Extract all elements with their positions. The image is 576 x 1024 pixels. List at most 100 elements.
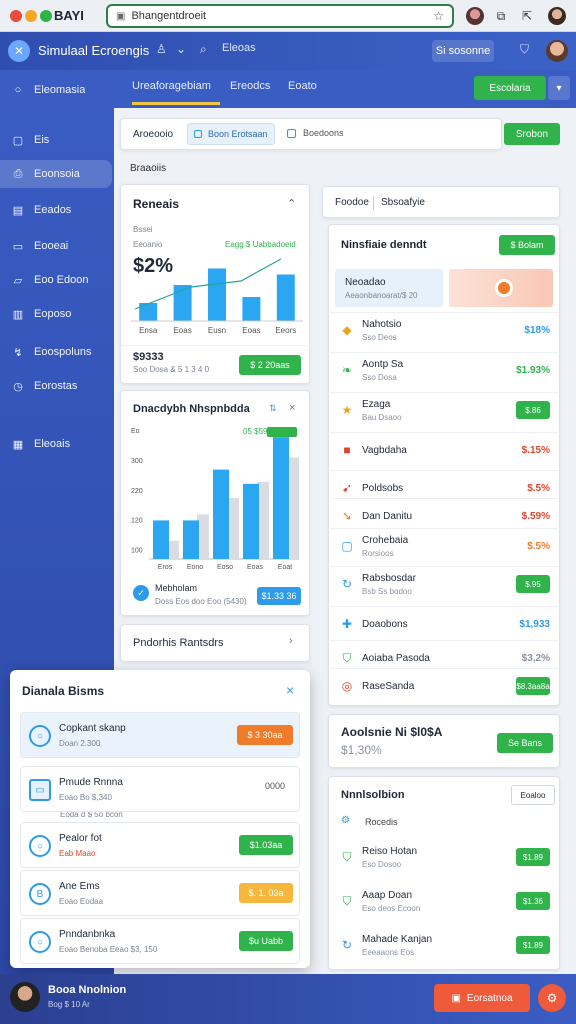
app-logo-icon[interactable]: ✕ [8, 40, 30, 62]
list-item[interactable]: ✚ Doaobons $1,933 [330, 606, 558, 640]
popup-item[interactable]: ▭ Pmude Rnnna Eoao Bo $,340 0000 [20, 766, 300, 812]
filter-chip-2[interactable]: Boon Erotsaan [187, 123, 275, 145]
sidebar-item-5[interactable]: ▥ Eoposo [0, 300, 114, 328]
notification-icon[interactable]: ♙ [156, 42, 167, 56]
list-item-button[interactable]: $.95 [516, 575, 550, 593]
active-tab-indicator [132, 102, 220, 105]
item-icon: ○ [29, 931, 51, 953]
document-icon: ⎙ [13, 167, 23, 180]
popup-item-button[interactable]: $ 3 30aa [237, 725, 293, 745]
checkbox-icon [194, 130, 202, 138]
settings-icon[interactable]: ⚙ [538, 984, 566, 1012]
tab-foodoe[interactable]: Foodoe [335, 197, 369, 208]
popup-item[interactable]: B Ane Ems Eoao Eodaa $. 1. 03a [20, 870, 300, 916]
notification-button[interactable]: $1.89 [516, 848, 550, 866]
notifications-dropdown[interactable]: Eoaloo [511, 785, 555, 805]
chevron-right-icon[interactable]: › [289, 635, 293, 647]
list-item-name: Doaobons [362, 619, 408, 630]
popup-item-name: Ane Ems [59, 881, 100, 892]
list-item-button[interactable]: $8.3aa8a [516, 677, 550, 695]
account-avatar[interactable] [548, 7, 566, 25]
popup-item-sub: Eab Maao [59, 849, 96, 858]
popup-item-button[interactable]: $1.03aa [239, 835, 293, 855]
notification-sub: Eeeaaons Eos [362, 948, 415, 957]
chart-footer-title: Mebholam [155, 583, 198, 593]
footer-action-button[interactable]: ▣ Eorsatnoa [434, 984, 530, 1012]
user-avatar[interactable] [546, 40, 568, 62]
list-item[interactable]: ◆ Nahotsio Sso Deos $18% [330, 312, 558, 352]
new-item-button[interactable]: Escolaria [474, 76, 546, 100]
tab-overview[interactable]: Ureaforagebiam [132, 80, 211, 92]
revenue-footer-value: $9333 [133, 351, 164, 363]
search-icon[interactable]: ⌕ [200, 42, 207, 57]
star-icon[interactable]: ☆ [433, 9, 444, 23]
chart-settings-icon[interactable]: ⇅ [269, 403, 277, 414]
dropdown-toggle-button[interactable]: ▾ [548, 76, 570, 100]
share-icon[interactable]: ⇱ [518, 7, 536, 25]
maximize-window-icon[interactable] [40, 10, 52, 22]
sidebar-item-8[interactable]: ▦ Eleoais [0, 430, 114, 458]
list-item[interactable]: ▢ Crohebaia Rorsioos $.5% [330, 528, 558, 566]
profile-icon[interactable] [466, 7, 484, 25]
sidebar-item-4[interactable]: ▱ Eoo Edoon [0, 266, 114, 294]
list-item-value: $.5% [527, 483, 550, 494]
url-bar[interactable]: ▣ Bhangentdroeit ☆ [106, 4, 454, 28]
sidebar-item-6[interactable]: ↯ Eoospoluns [0, 338, 114, 366]
filter-apply-button[interactable]: Srobon [504, 123, 560, 145]
recent-card[interactable]: Pndorhis Rantsdrs › [120, 624, 310, 662]
chart-action-button[interactable]: $1.33 36 [257, 587, 301, 605]
chevron-down-icon[interactable]: ⌄ [176, 42, 186, 56]
list-item[interactable]: ★ Ezaga Bau Dsaoo $.86 [330, 392, 558, 432]
popup-item-button[interactable]: $u Uabb [239, 931, 293, 951]
sidebar-item-0[interactable]: ▢ Eis [0, 126, 114, 154]
sidebar-item-1[interactable]: ⎙ Eoonsoia [0, 160, 112, 188]
list-item[interactable]: ■ Vagbdaha $.15% [330, 432, 558, 470]
bar-chart-title: Dnacdybh Nhspnbdda [133, 403, 250, 415]
list-item[interactable]: ➘ Dan Danitu $.59% [330, 498, 558, 528]
tab-sbsoafyie[interactable]: Sbsoafyie [381, 197, 425, 208]
filter-icon[interactable]: ⚙ [341, 815, 350, 826]
sidebar-item-3[interactable]: ▭ Eooeai [0, 232, 114, 260]
close-window-icon[interactable] [10, 10, 22, 22]
sidebar-item-2[interactable]: ▤ Eeados [0, 196, 114, 224]
banner-title: Neoadao [345, 277, 386, 288]
footer-avatar[interactable] [10, 982, 40, 1012]
y-tick-label: 100 [131, 548, 143, 555]
banner-image [449, 269, 553, 307]
list-item[interactable]: ➹ Poldsobs $.5% [330, 470, 558, 498]
checkbox-icon[interactable] [287, 129, 296, 138]
popup-item[interactable]: ○ Pealor fot Eab Maao $1.03aa [20, 822, 300, 868]
list-item[interactable]: ⛉ Aoiaba Pasoda $3,2% [330, 640, 558, 668]
notification-item[interactable]: ⛉ Aaap Doan Eso deos Ecoon $1.36 [330, 884, 558, 924]
list-item-button[interactable]: $.86 [516, 401, 550, 419]
list-item-value: $18% [524, 325, 550, 336]
filter-chip-3[interactable]: Boedoons [303, 128, 344, 138]
list-item[interactable]: ↻ Rabsbosdar Bsb Ss bodoo $.95 [330, 566, 558, 606]
close-icon[interactable]: × [286, 682, 294, 698]
tab-reports[interactable]: Ereodcs [230, 80, 270, 92]
header-action-button[interactable]: Si sosonne [432, 40, 494, 62]
filter-chip[interactable]: Aroeooio [133, 129, 173, 140]
list-item[interactable]: ❧ Aontp Sa Sso Dosa $1.93% [330, 352, 558, 392]
popup-item-button[interactable]: $. 1. 03a [239, 883, 293, 903]
extension-icon[interactable]: ⧉ [492, 7, 510, 25]
revenue-action-button[interactable]: $ 2 20aas [239, 355, 301, 375]
notification-button[interactable]: $1.89 [516, 936, 550, 954]
minimize-window-icon[interactable] [25, 10, 37, 22]
popup-item[interactable]: ○ Copkant skanp Doan 2.300 $ 3 30aa [20, 712, 300, 758]
refresh-icon: ↻ [341, 938, 353, 952]
tab-data[interactable]: Eoato [288, 80, 317, 92]
close-icon[interactable]: × [289, 402, 295, 414]
list-item[interactable]: ◎ RaseSanda $8.3aa8a [330, 668, 558, 702]
notification-button[interactable]: $1.36 [516, 892, 550, 910]
sidebar-item-7[interactable]: ◷ Eorostas [0, 372, 114, 400]
chevron-up-icon[interactable]: ⌃ [287, 197, 296, 210]
right-card-button[interactable]: $ Bolam [499, 235, 555, 255]
sidebar-section-header[interactable]: ○ Eleomasia [0, 76, 114, 104]
notification-item[interactable]: ⛉ Reiso Hotan Eso Dosoo $1.89 [330, 840, 558, 880]
cart-icon[interactable]: ⛉ [520, 42, 529, 57]
notification-sub: Eso deos Ecoon [362, 904, 421, 913]
notification-item[interactable]: ↻ Mahade Kanjan Eeeaaons Eos $1.89 [330, 928, 558, 968]
goal-button[interactable]: Se Bans [497, 733, 553, 753]
popup-item[interactable]: ○ Pnndanbnka Eoao Benoba Eeao $3, 150 $u Ua… [20, 918, 300, 964]
